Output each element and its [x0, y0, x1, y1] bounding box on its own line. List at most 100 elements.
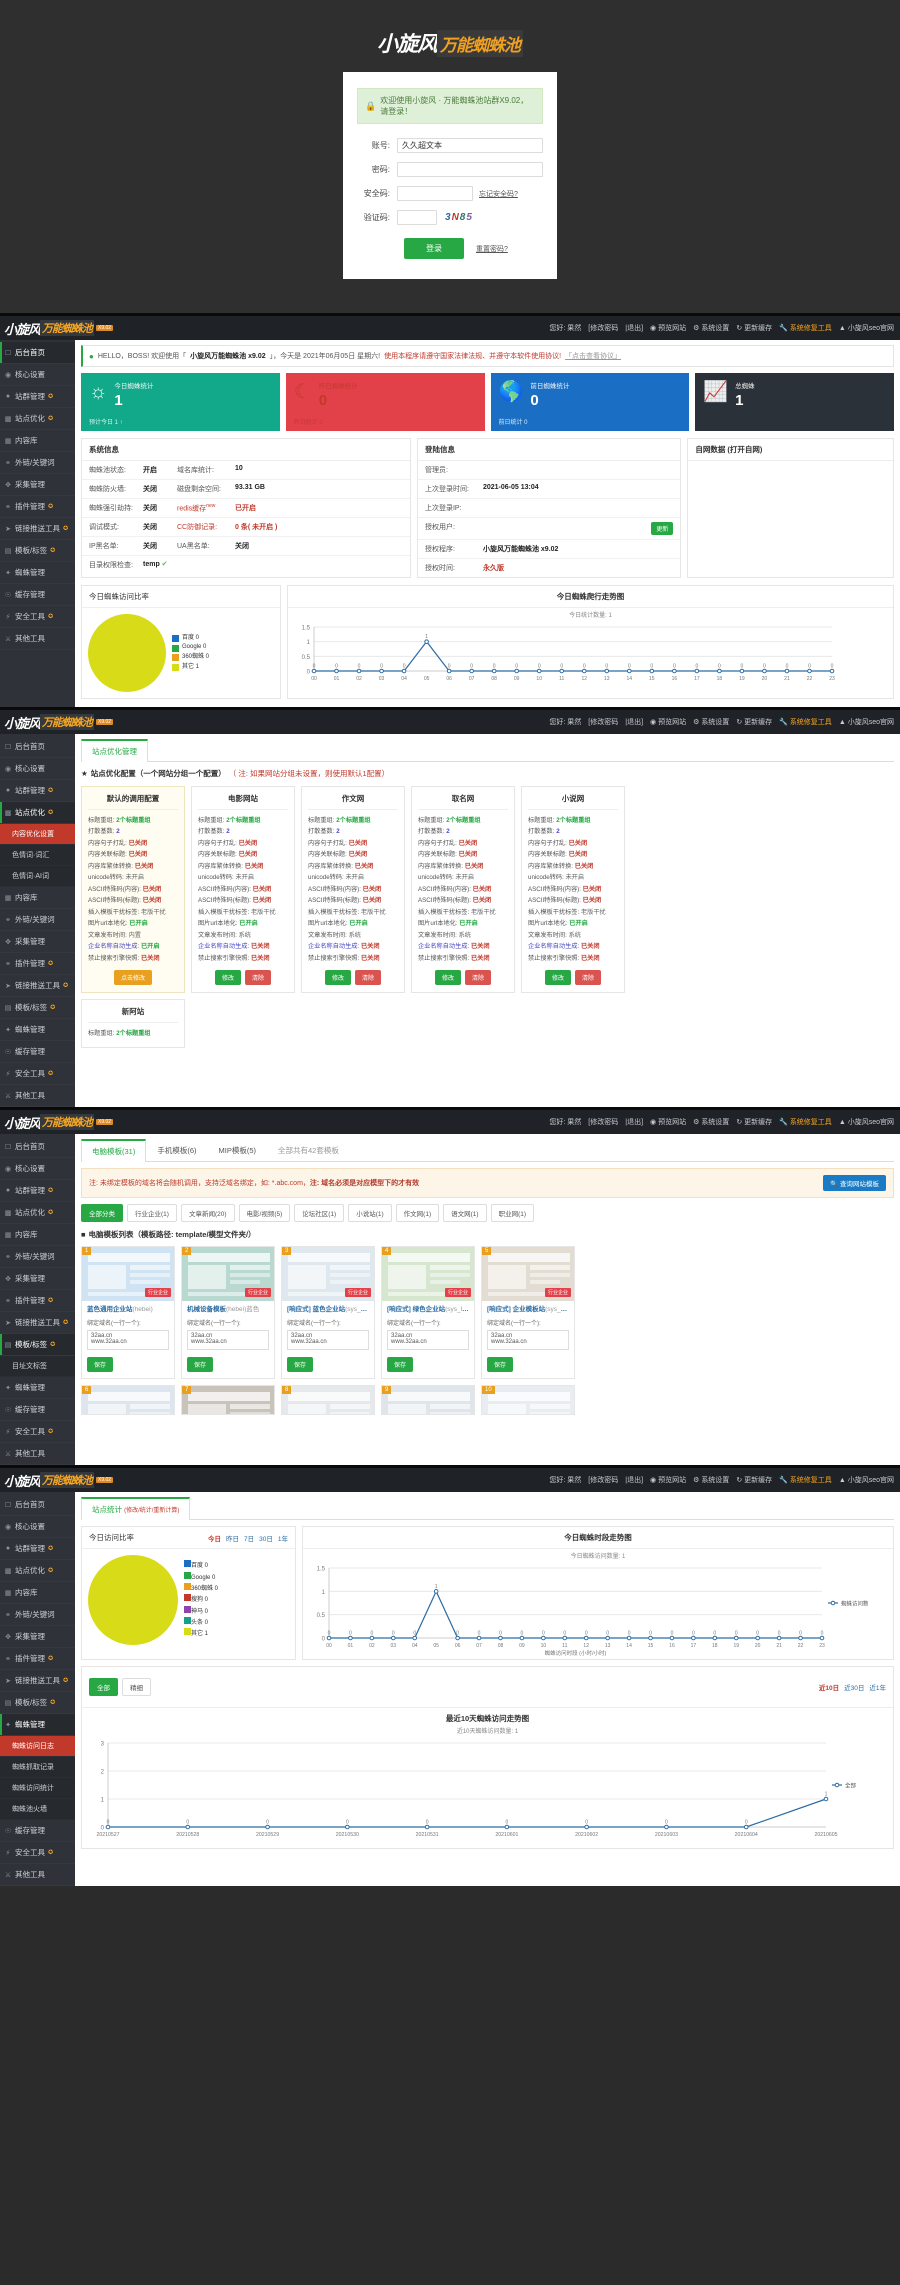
official-site-link[interactable]: ▲ 小旋风seo官网	[839, 323, 894, 333]
query-template-button[interactable]: 🔍 查询网站模板	[823, 1175, 886, 1191]
config-orange-button[interactable]: 点击修改	[113, 970, 152, 986]
logout-link-4[interactable]: |退出]	[625, 1475, 643, 1485]
template-card-row2-1[interactable]: 7	[181, 1385, 275, 1416]
captcha-input[interactable]	[397, 210, 437, 225]
template-tab-0[interactable]: 电脑模板(31)	[81, 1139, 147, 1162]
sidebar-item-6[interactable]: ✥ 采集管理	[0, 931, 75, 953]
sidebar-item-2[interactable]: ● 站群管理 ✪	[0, 1180, 75, 1202]
sidebar-item-6[interactable]: ✥ 采集管理	[0, 1626, 75, 1648]
sidebar-item-5[interactable]: ⚭ 外链/关键词	[0, 452, 75, 474]
sidebar-subitem-0[interactable]: 蜘蛛访问日志	[0, 1736, 75, 1757]
tab-site-optimization[interactable]: 站点优化管理	[81, 739, 148, 762]
sidebar-item-7[interactable]: ⚭ 插件管理 ✪	[0, 953, 75, 975]
reset-password-link[interactable]: 重置密码?	[476, 244, 508, 254]
visit-range-link-3[interactable]: 30日	[259, 1533, 273, 1543]
sidebar-item-13[interactable]: ⚔ 其他工具	[0, 1085, 75, 1107]
sidebar-item-2[interactable]: ● 站群管理 ✪	[0, 780, 75, 802]
sidebar-item-11[interactable]: ☉ 缓存管理	[0, 1399, 75, 1421]
sidebar-item-13[interactable]: ⚔ 其他工具	[0, 628, 75, 650]
sidebar-item-10[interactable]: ✦ 蜘蛛管理	[0, 1377, 75, 1399]
template-chip-2[interactable]: 文章新闻(20)	[180, 1204, 235, 1222]
template-save-button[interactable]: 保存	[187, 1357, 214, 1373]
template-save-button[interactable]: 保存	[87, 1357, 114, 1373]
template-chip-3[interactable]: 电影/视频(5)	[238, 1204, 291, 1222]
change-password-link-2[interactable]: [修改密码	[588, 717, 618, 727]
account-input[interactable]	[397, 138, 543, 153]
tab-site-stats[interactable]: 站点统计 (修改/统计/重新计算)	[81, 1497, 191, 1520]
preview-site-link-2[interactable]: ◉ 预览网站	[650, 717, 686, 727]
config-red-button[interactable]: 清除	[355, 970, 382, 986]
sidebar-item-8[interactable]: ➤ 链接推送工具 ✪	[0, 1670, 75, 1692]
sidebar-item-1[interactable]: ◉ 核心设置	[0, 758, 75, 780]
template-save-button[interactable]: 保存	[487, 1357, 514, 1373]
template-tab-2[interactable]: MIP模板(5)	[208, 1139, 268, 1161]
sidebar-subitem-0[interactable]: 目址文标签	[0, 1356, 75, 1377]
sidebar-item-12[interactable]: ⚡ 安全工具 ✪	[0, 1842, 75, 1864]
template-chip-1[interactable]: 行业企业(1)	[127, 1204, 177, 1222]
template-bind-input[interactable]: 32aa.cn www.32aa.cn	[87, 1330, 169, 1351]
template-chip-6[interactable]: 作文网(1)	[395, 1204, 440, 1222]
daily-range-link-1[interactable]: 近30日	[844, 1682, 864, 1692]
template-save-button[interactable]: 保存	[387, 1357, 414, 1373]
update-cache-link-2[interactable]: ↻ 更新缓存	[736, 717, 772, 727]
repair-tool-link-2[interactable]: 🔧 系统修复工具	[779, 717, 832, 727]
change-password-link[interactable]: [修改密码	[588, 323, 618, 333]
sidebar-item-9[interactable]: ▤ 模板/标签 ✪	[0, 540, 75, 562]
visit-range-link-4[interactable]: 1年	[278, 1533, 288, 1543]
security-code-input[interactable]	[397, 186, 473, 201]
logout-link[interactable]: |退出]	[625, 323, 643, 333]
sidebar-subitem-2[interactable]: 蜘蛛访问统计	[0, 1778, 75, 1799]
change-password-link-4[interactable]: [修改密码	[588, 1475, 618, 1485]
config-green-button[interactable]: 修改	[324, 970, 351, 986]
preview-site-link-4[interactable]: ◉ 预览网站	[650, 1475, 686, 1485]
config-green-button[interactable]: 修改	[544, 970, 571, 986]
sidebar-item-4[interactable]: ▦ 内容库	[0, 887, 75, 909]
sidebar-item-4[interactable]: ▦ 内容库	[0, 1582, 75, 1604]
change-password-link-3[interactable]: [修改密码	[588, 1117, 618, 1127]
template-bind-input[interactable]: 32aa.cn www.32aa.cn	[487, 1330, 569, 1351]
sidebar-subitem-0[interactable]: 内容优化设置	[0, 824, 75, 845]
system-settings-link-3[interactable]: ⚙ 系统设置	[693, 1117, 729, 1127]
template-chip-8[interactable]: 职业网(1)	[490, 1204, 535, 1222]
system-info-key2[interactable]: CC防御记录:	[177, 522, 235, 532]
sidebar-item-1[interactable]: ◉ 核心设置	[0, 364, 75, 386]
sidebar-item-5[interactable]: ⚭ 外链/关键词	[0, 1604, 75, 1626]
visit-range-link-1[interactable]: 昨日	[226, 1533, 239, 1543]
template-card-row2-0[interactable]: 6	[81, 1385, 175, 1416]
preview-site-link[interactable]: ◉ 预览网站	[650, 323, 686, 333]
official-site-link-4[interactable]: ▲ 小旋风seo官网	[839, 1475, 894, 1485]
config-red-button[interactable]: 清除	[465, 970, 492, 986]
sidebar-item-12[interactable]: ⚡ 安全工具 ✪	[0, 1421, 75, 1443]
logout-link-2[interactable]: |退出]	[625, 717, 643, 727]
template-chip-4[interactable]: 论坛社区(1)	[294, 1204, 345, 1222]
template-card-4[interactable]: 5 行业企业 [响应式] 企业模板站(sys_qiye1) 绑定域名(一行一个): 32…	[481, 1246, 575, 1380]
sidebar-subitem-2[interactable]: 色情词·AI词	[0, 866, 75, 887]
sidebar-item-4[interactable]: ▦ 内容库	[0, 1224, 75, 1246]
sidebar-item-1[interactable]: ◉ 核心设置	[0, 1158, 75, 1180]
template-save-button[interactable]: 保存	[287, 1357, 314, 1373]
sidebar-item-6[interactable]: ✥ 采集管理	[0, 474, 75, 496]
sidebar-item-3[interactable]: ▩ 站点优化 ✪	[0, 408, 75, 430]
sidebar-item-3[interactable]: ▩ 站点优化 ✪	[0, 1202, 75, 1224]
sidebar-item-8[interactable]: ➤ 链接推送工具 ✪	[0, 518, 75, 540]
sidebar-item-12[interactable]: ⚡ 安全工具 ✪	[0, 606, 75, 628]
notice-agreement-link[interactable]: 「点击查看协议」	[565, 351, 621, 361]
sidebar-item-10[interactable]: ✦ 蜘蛛管理	[0, 1714, 75, 1736]
template-card-row2-2[interactable]: 8	[281, 1385, 375, 1416]
template-bind-input[interactable]: 32aa.cn www.32aa.cn	[287, 1330, 369, 1351]
template-card-row2-3[interactable]: 9	[381, 1385, 475, 1416]
template-card-row2-4[interactable]: 10	[481, 1385, 575, 1416]
daily-chip-0[interactable]: 全部	[89, 1678, 118, 1696]
login-button[interactable]: 登录	[404, 238, 464, 259]
captcha-image[interactable]: 3N85	[445, 212, 473, 223]
sidebar-item-9[interactable]: ▤ 模板/标签 ✪	[0, 997, 75, 1019]
sidebar-item-3[interactable]: ▩ 站点优化 ✪	[0, 1560, 75, 1582]
template-chip-7[interactable]: 语文网(1)	[443, 1204, 487, 1222]
template-card-1[interactable]: 2 行业企业 机械设备模板(hebei)蓝色 绑定域名(一行一个): 32aa.cn w…	[181, 1246, 275, 1380]
preview-site-link-3[interactable]: ◉ 预览网站	[650, 1117, 686, 1127]
header-logo-templates[interactable]: 小旋风 万能蜘蛛池 X9.02	[4, 1113, 114, 1132]
sidebar-item-8[interactable]: ➤ 链接推送工具 ✪	[0, 1312, 75, 1334]
sidebar-item-11[interactable]: ☉ 缓存管理	[0, 584, 75, 606]
sidebar-item-5[interactable]: ⚭ 外链/关键词	[0, 1246, 75, 1268]
sidebar-item-5[interactable]: ⚭ 外链/关键词	[0, 909, 75, 931]
